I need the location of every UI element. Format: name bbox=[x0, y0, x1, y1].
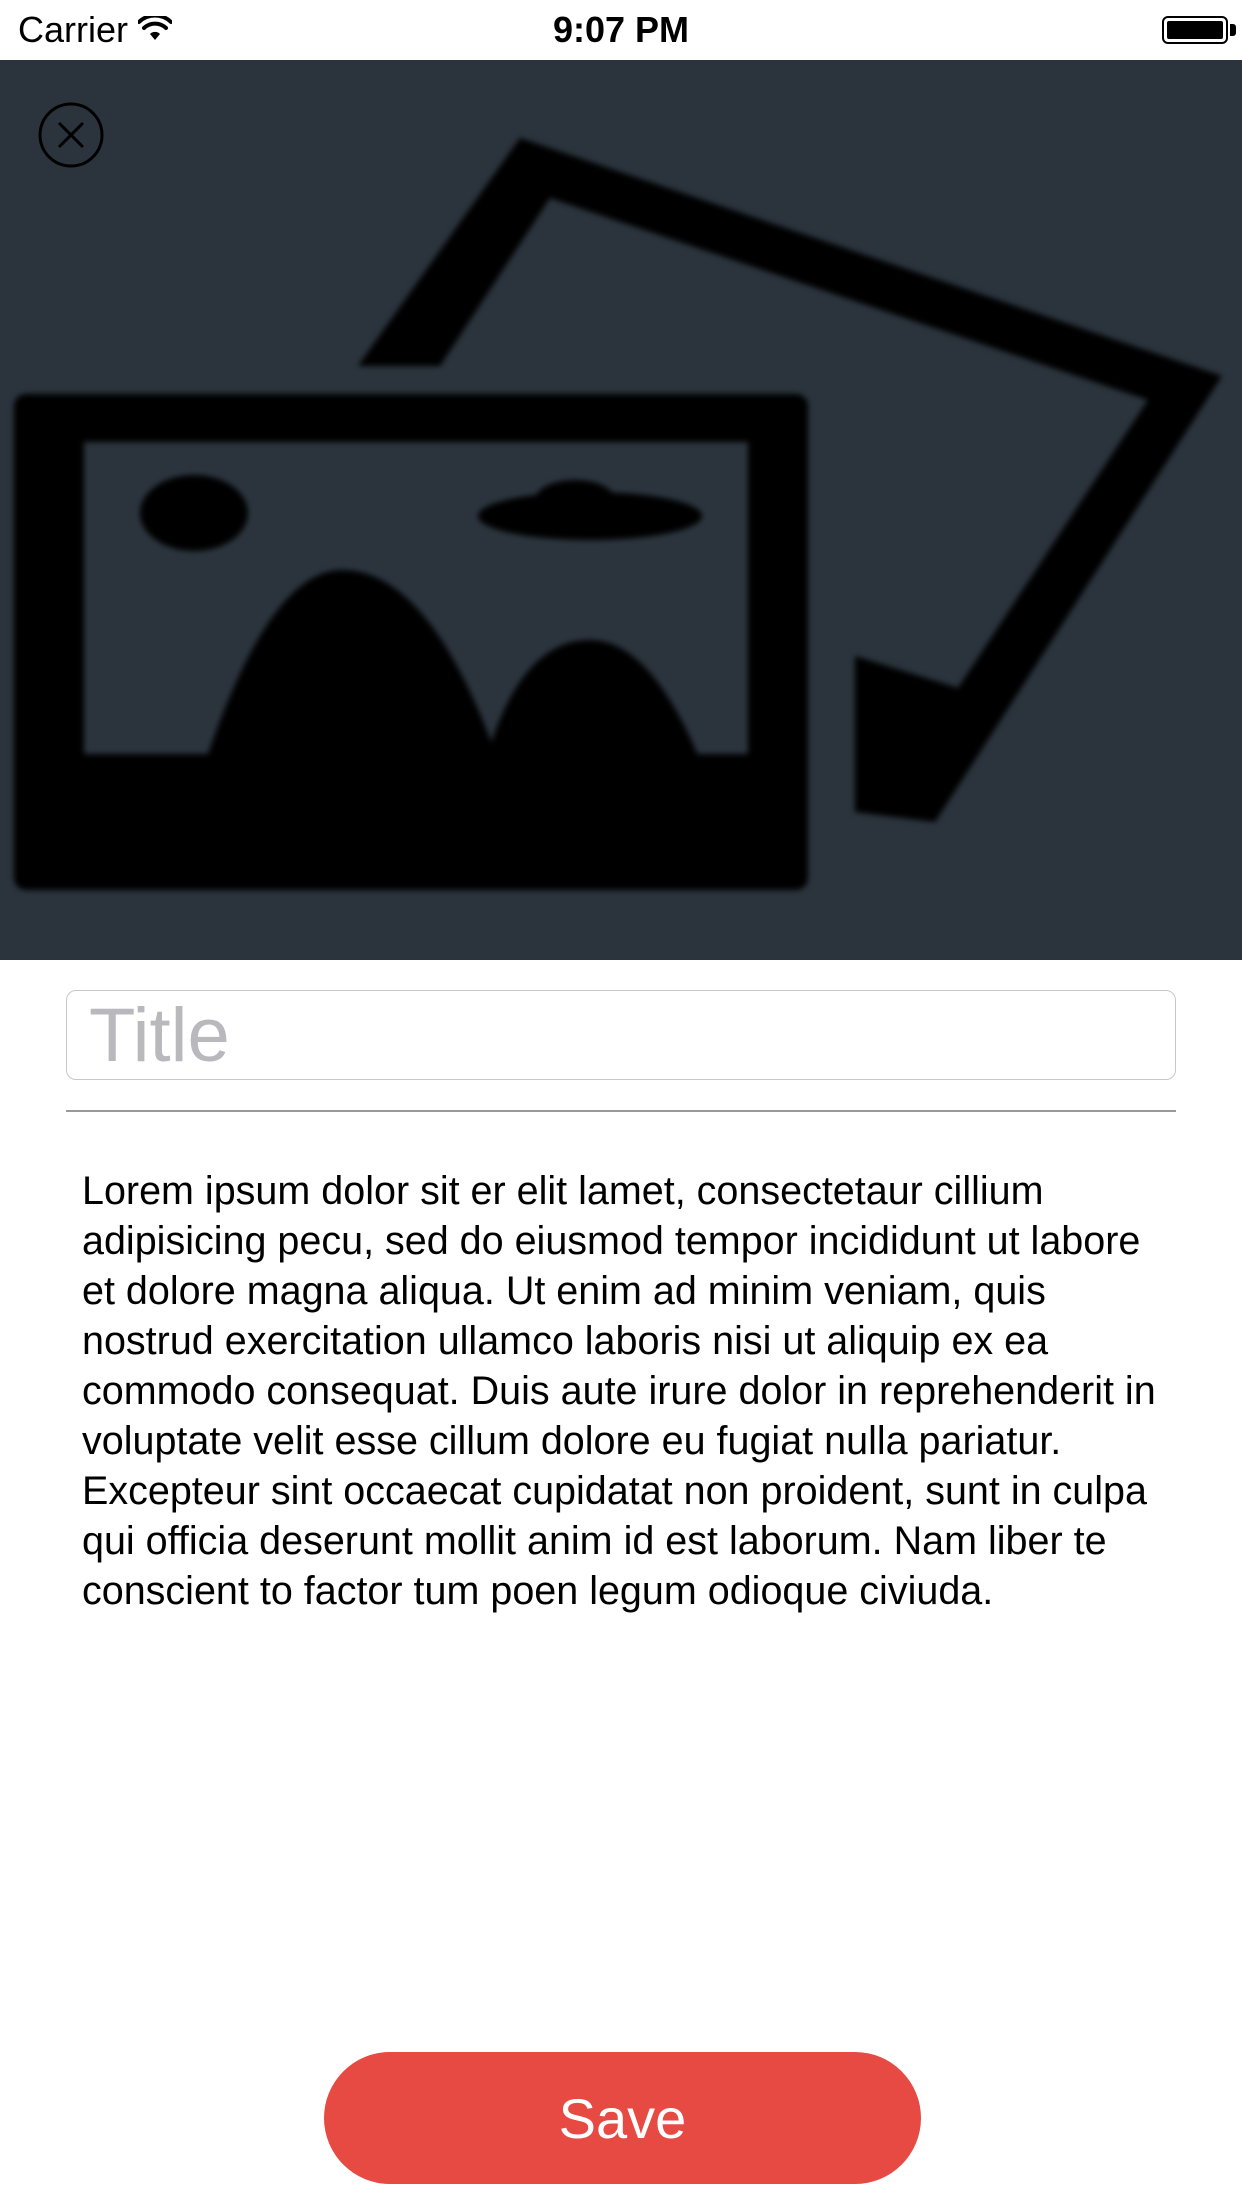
save-button[interactable]: Save bbox=[324, 2052, 921, 2184]
close-circle-icon bbox=[38, 102, 104, 168]
photo-placeholder-icon bbox=[14, 138, 1222, 890]
status-bar: Carrier 9:07 PM bbox=[0, 0, 1242, 60]
divider bbox=[66, 1110, 1176, 1112]
battery-level bbox=[1167, 21, 1223, 39]
title-input[interactable] bbox=[66, 990, 1176, 1080]
close-button[interactable] bbox=[38, 102, 104, 168]
battery-icon bbox=[1162, 16, 1228, 44]
body-text[interactable]: Lorem ipsum dolor sit er elit lamet, con… bbox=[82, 1166, 1172, 1616]
hero-image[interactable] bbox=[0, 60, 1242, 960]
battery-tip bbox=[1230, 24, 1236, 36]
status-time: 9:07 PM bbox=[552, 9, 690, 50]
